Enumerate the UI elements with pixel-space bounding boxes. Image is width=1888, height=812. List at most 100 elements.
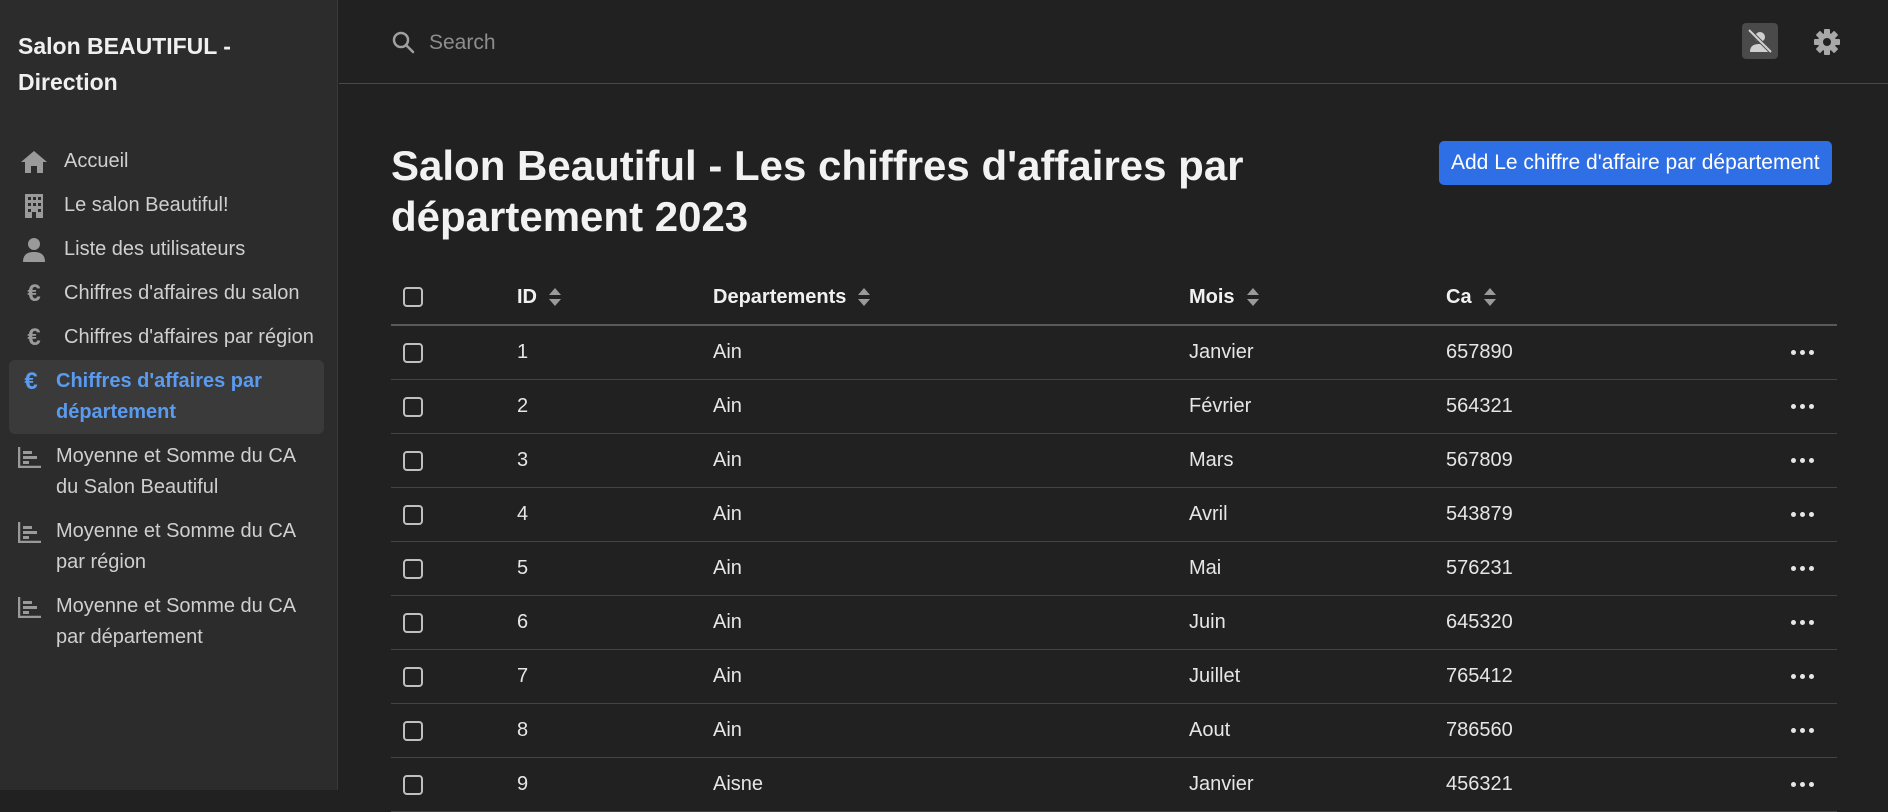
more-actions-icon[interactable] — [1787, 670, 1818, 683]
search-input[interactable] — [427, 24, 931, 62]
add-departement-ca-button[interactable]: Add Le chiffre d'affaire par département — [1439, 141, 1832, 185]
more-actions-icon[interactable] — [1787, 454, 1818, 467]
row-checkbox[interactable] — [403, 396, 423, 417]
sidebar-item-users[interactable]: Liste des utilisateurs — [9, 228, 324, 271]
row-checkbox-cell — [403, 488, 423, 541]
cell-ca: 567809 — [1446, 449, 1513, 471]
cell-mois: Aout — [1189, 719, 1231, 741]
table-row[interactable]: 6 Ain Juin 645320 — [391, 596, 1837, 650]
sidebar-item-label: Moyenne et Somme du CA par département — [56, 595, 296, 648]
table-row[interactable]: 4 Ain Avril 543879 — [391, 488, 1837, 542]
row-actions-cell — [1787, 704, 1818, 757]
sidebar-item-accueil[interactable]: Accueil — [9, 140, 324, 183]
sidebar-item-ca-region[interactable]: € Chiffres d'affaires par région — [9, 316, 324, 359]
sidebar-item-label: Chiffres d'affaires du salon — [64, 282, 300, 304]
cell-departement: Ain — [713, 503, 742, 525]
sort-icon[interactable] — [858, 288, 871, 306]
sidebar-item-moyenne-salon[interactable]: Moyenne et Somme du CA du Salon Beautifu… — [9, 435, 324, 509]
select-all-checkbox-cell — [403, 270, 423, 324]
row-actions-cell — [1787, 758, 1818, 811]
cell-departement: Ain — [713, 557, 742, 579]
cell-ca: 786560 — [1446, 719, 1513, 741]
avatar[interactable] — [1742, 23, 1778, 59]
row-checkbox[interactable] — [403, 774, 423, 795]
row-checkbox-cell — [403, 758, 423, 811]
table-row[interactable]: 8 Ain Aout 786560 — [391, 704, 1837, 758]
column-header-label: Ca — [1446, 285, 1472, 308]
cell-mois: Avril — [1189, 503, 1228, 525]
column-header-departements[interactable]: Departements — [713, 270, 871, 324]
table-row[interactable]: 1 Ain Janvier 657890 — [391, 326, 1837, 380]
building-icon — [19, 190, 49, 221]
table-row[interactable]: 5 Ain Mai 576231 — [391, 542, 1837, 596]
row-actions-cell — [1787, 542, 1818, 595]
cell-departement: Ain — [713, 395, 742, 417]
row-checkbox[interactable] — [403, 450, 423, 471]
sidebar-item-moyenne-region[interactable]: Moyenne et Somme du CA par région — [9, 510, 324, 584]
row-checkbox[interactable] — [403, 666, 423, 687]
row-checkbox[interactable] — [403, 558, 423, 579]
table-header-row: ID Departements Mois Ca — [391, 270, 1837, 326]
sidebar-item-salon[interactable]: Le salon Beautiful! — [9, 184, 324, 227]
more-actions-icon[interactable] — [1787, 562, 1818, 575]
cell-ca: 657890 — [1446, 341, 1513, 363]
select-all-checkbox[interactable] — [403, 287, 423, 307]
row-checkbox-cell — [403, 596, 423, 649]
row-checkbox-cell — [403, 542, 423, 595]
bar-chart-icon — [15, 516, 45, 547]
sort-icon[interactable] — [1483, 288, 1496, 306]
more-actions-icon[interactable] — [1787, 400, 1818, 413]
column-header-id[interactable]: ID — [517, 270, 561, 324]
sidebar-item-label: Chiffres d'affaires par région — [64, 326, 314, 348]
sidebar-item-ca-salon[interactable]: € Chiffres d'affaires du salon — [9, 272, 324, 315]
sidebar-item-label: Chiffres d'affaires par département — [56, 370, 262, 423]
column-header-ca[interactable]: Ca — [1446, 270, 1496, 324]
cell-id: 3 — [517, 449, 529, 471]
sidebar-item-ca-departement[interactable]: € Chiffres d'affaires par département — [9, 360, 324, 434]
more-actions-icon[interactable] — [1787, 616, 1818, 629]
page-title: Salon Beautiful - Les chiffres d'affaire… — [391, 142, 1244, 240]
cell-id: 2 — [517, 395, 529, 417]
more-actions-icon[interactable] — [1787, 724, 1818, 737]
gear-icon[interactable] — [1812, 27, 1842, 57]
sidebar-item-moyenne-departement[interactable]: Moyenne et Somme du CA par département — [9, 585, 324, 659]
row-actions-cell — [1787, 650, 1818, 703]
cell-departement: Ain — [713, 341, 742, 363]
sidebar: Salon BEAUTIFUL - Direction Accueil Le s… — [0, 0, 338, 790]
cell-ca: 564321 — [1446, 395, 1513, 417]
cell-departement: Ain — [713, 611, 742, 633]
sidebar-nav: Accueil Le salon Beautiful! Liste des ut… — [9, 140, 324, 660]
cell-id: 9 — [517, 773, 529, 795]
more-actions-icon[interactable] — [1787, 508, 1818, 521]
table-row[interactable]: 9 Aisne Janvier 456321 — [391, 758, 1837, 812]
cell-mois: Janvier — [1189, 341, 1254, 363]
row-checkbox-cell — [403, 434, 423, 487]
row-checkbox[interactable] — [403, 720, 423, 741]
column-header-mois[interactable]: Mois — [1189, 270, 1259, 324]
cell-departement: Ain — [713, 719, 742, 741]
cell-mois: Mai — [1189, 557, 1222, 579]
cell-ca: 456321 — [1446, 773, 1513, 795]
cell-id: 7 — [517, 665, 529, 687]
row-checkbox[interactable] — [403, 612, 423, 633]
sort-icon[interactable] — [1246, 288, 1259, 306]
table-row[interactable]: 7 Ain Juillet 765412 — [391, 650, 1837, 704]
row-checkbox-cell — [403, 704, 423, 757]
user-off-icon — [1747, 28, 1773, 54]
table-row[interactable]: 2 Ain Février 564321 — [391, 380, 1837, 434]
cell-mois: Janvier — [1189, 773, 1254, 795]
cell-ca: 576231 — [1446, 557, 1513, 579]
more-actions-icon[interactable] — [1787, 778, 1818, 791]
sidebar-item-label: Liste des utilisateurs — [64, 238, 246, 260]
sort-icon[interactable] — [549, 288, 561, 306]
table-row[interactable]: 3 Ain Mars 567809 — [391, 434, 1837, 488]
row-checkbox[interactable] — [403, 504, 423, 525]
cell-ca: 645320 — [1446, 611, 1513, 633]
cell-departement: Ain — [713, 449, 742, 471]
row-actions-cell — [1787, 596, 1818, 649]
column-header-label: ID — [517, 285, 537, 308]
more-actions-icon[interactable] — [1787, 346, 1818, 359]
sidebar-item-label: Accueil — [64, 150, 129, 172]
cell-id: 4 — [517, 503, 529, 525]
row-checkbox[interactable] — [403, 342, 423, 363]
